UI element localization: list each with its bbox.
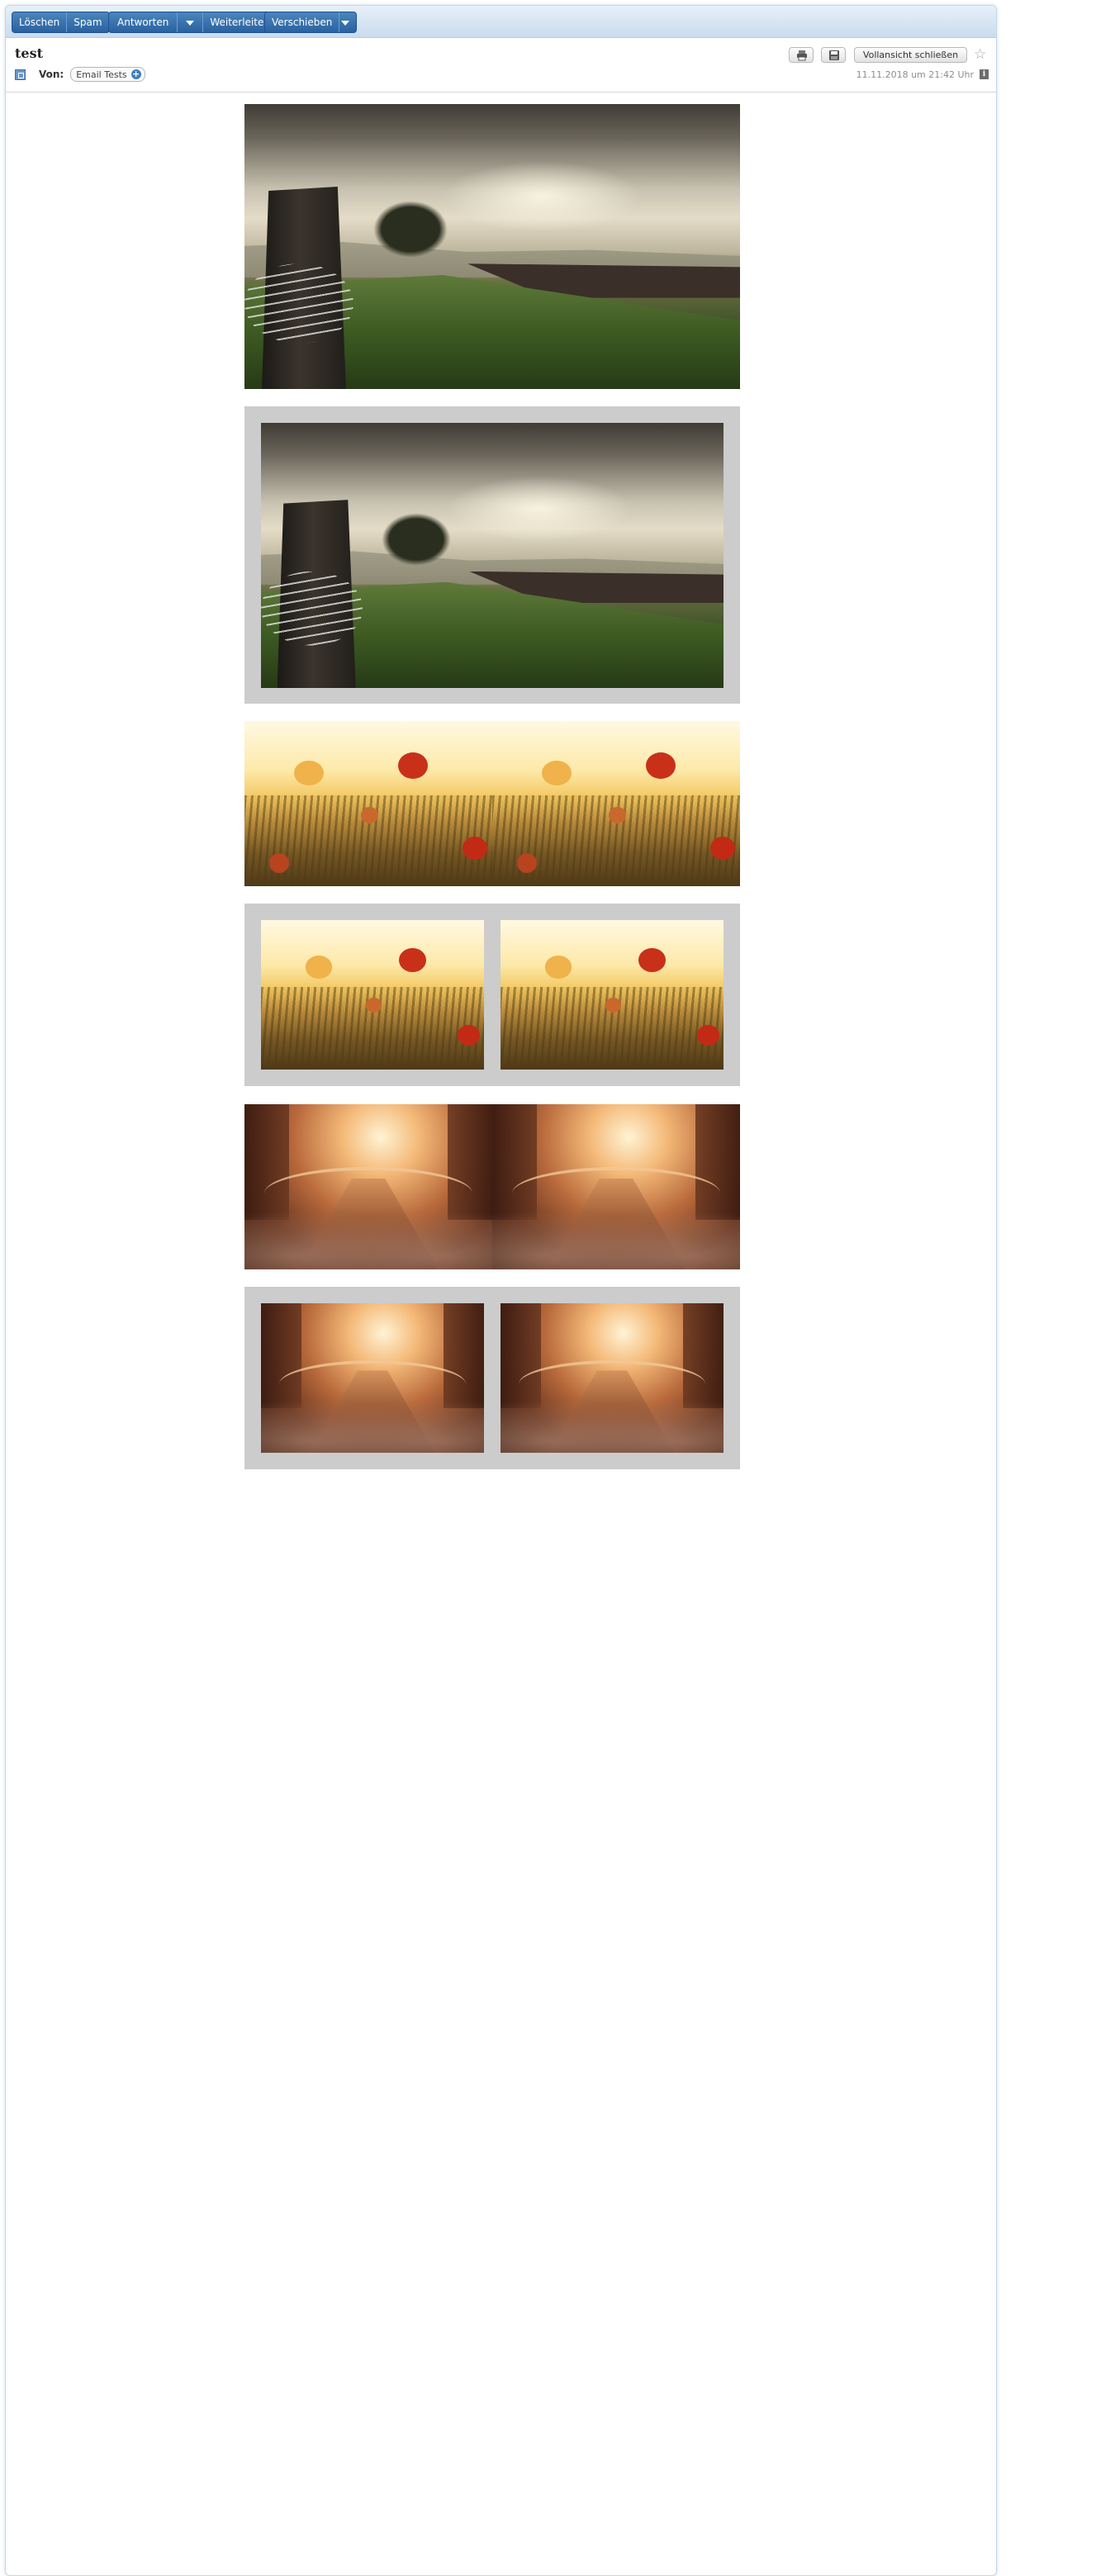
chevron-down-icon xyxy=(341,20,350,26)
sender-row: Von: Email Tests + xyxy=(15,67,145,82)
reply-dropdown-button[interactable] xyxy=(178,12,204,32)
sender-contact[interactable]: Email Tests + xyxy=(70,67,145,82)
bridge-image-left xyxy=(244,1104,492,1269)
bridge-framed-image-left xyxy=(261,1303,484,1453)
delete-spam-group: Löschen Spam xyxy=(12,12,110,33)
save-button[interactable] xyxy=(821,47,846,63)
message-subject: test xyxy=(15,45,43,61)
print-icon xyxy=(797,50,807,61)
toolbar: Löschen Spam Antworten Weiterleiten Vers… xyxy=(6,6,996,38)
reply-button[interactable]: Antworten xyxy=(109,12,178,32)
star-icon[interactable]: ☆ xyxy=(974,46,986,63)
message-date: 11.11.2018 um 21:42 Uhr xyxy=(856,69,974,80)
message-header: test Von: Email Tests + Vollansicht schl xyxy=(6,37,996,93)
info-icon[interactable]: i xyxy=(980,69,989,79)
poppy-image-right xyxy=(492,721,740,886)
move-dropdown-button[interactable] xyxy=(339,12,356,32)
select-message-icon[interactable] xyxy=(15,69,26,80)
close-full-view-button[interactable]: Vollansicht schließen xyxy=(854,47,967,63)
poppy-framed-block xyxy=(244,904,740,1086)
sender-name: Email Tests xyxy=(76,69,127,80)
from-label: Von: xyxy=(39,69,64,80)
reply-forward-group: Antworten Weiterleiten xyxy=(108,12,278,33)
bridge-image-right xyxy=(492,1104,740,1269)
poppy-image-left xyxy=(244,721,492,886)
poppy-framed-image-left xyxy=(261,920,484,1070)
move-group: Verschieben xyxy=(264,12,358,33)
spam-button[interactable]: Spam xyxy=(67,12,108,32)
save-icon xyxy=(829,50,839,60)
landscape-framed-image xyxy=(261,423,724,688)
poppy-framed-image-right xyxy=(501,920,724,1070)
delete-button[interactable]: Löschen xyxy=(12,12,68,32)
landscape-framed-block xyxy=(244,406,740,704)
bridge-framed-block xyxy=(244,1287,740,1469)
landscape-image xyxy=(244,104,740,389)
add-contact-icon[interactable]: + xyxy=(130,69,141,79)
print-button[interactable] xyxy=(789,47,814,63)
move-button[interactable]: Verschieben xyxy=(265,12,340,32)
mail-window: Löschen Spam Antworten Weiterleiten Vers… xyxy=(5,5,997,2576)
bridge-framed-image-right xyxy=(501,1303,724,1453)
chevron-down-icon xyxy=(186,20,195,26)
